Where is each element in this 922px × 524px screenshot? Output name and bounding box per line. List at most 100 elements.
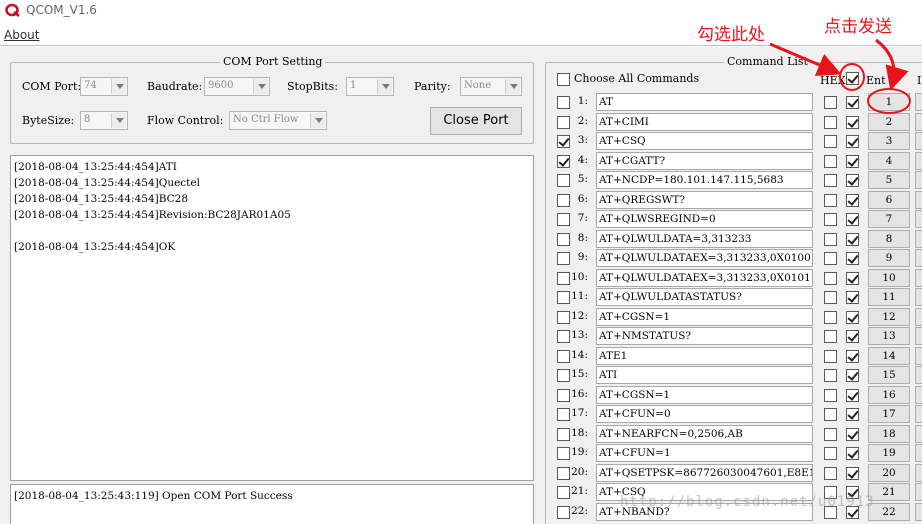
enter-checkbox[interactable]	[846, 408, 859, 421]
row-extra-button[interactable]	[915, 210, 922, 228]
enter-checkbox[interactable]	[846, 330, 859, 343]
hex-checkbox[interactable]	[824, 350, 837, 363]
choose-all-checkbox[interactable]	[557, 73, 570, 86]
row-extra-button[interactable]	[915, 347, 922, 365]
hex-checkbox[interactable]	[824, 447, 837, 460]
command-input[interactable]: AT+CIMI	[596, 113, 813, 131]
row-extra-button[interactable]	[915, 366, 922, 384]
row-extra-button[interactable]	[915, 405, 922, 423]
hex-checkbox[interactable]	[824, 213, 837, 226]
enter-checkbox[interactable]	[846, 194, 859, 207]
enter-checkbox[interactable]	[846, 467, 859, 480]
send-command-button[interactable]: 16	[868, 386, 910, 404]
com-port-select[interactable]: 74	[80, 77, 128, 96]
menu-item-about[interactable]: About	[4, 28, 39, 42]
send-command-button[interactable]: 5	[868, 171, 910, 189]
send-command-button[interactable]: 9	[868, 249, 910, 267]
send-command-button[interactable]: 19	[868, 444, 910, 462]
hex-checkbox[interactable]	[824, 369, 837, 382]
enter-checkbox[interactable]	[846, 272, 859, 285]
command-input[interactable]: AT+CGSN=1	[596, 386, 813, 404]
enter-checkbox[interactable]	[846, 389, 859, 402]
send-command-button[interactable]: 11	[868, 288, 910, 306]
row-extra-button[interactable]	[915, 503, 922, 521]
hex-checkbox[interactable]	[824, 116, 837, 129]
command-input[interactable]: AT+CSQ	[596, 132, 813, 150]
command-input[interactable]: AT+CGATT?	[596, 152, 813, 170]
enter-checkbox[interactable]	[846, 447, 859, 460]
row-extra-button[interactable]	[915, 132, 922, 150]
command-input[interactable]: AT+QLWULDATA=3,313233	[596, 230, 813, 248]
command-input[interactable]: AT+CGSN=1	[596, 308, 813, 326]
send-command-button[interactable]: 8	[868, 230, 910, 248]
enter-checkbox[interactable]	[846, 311, 859, 324]
enter-checkbox[interactable]	[846, 96, 859, 109]
row-extra-button[interactable]	[915, 249, 922, 267]
row-extra-button[interactable]	[915, 386, 922, 404]
command-input[interactable]: AT+QLWULDATASTATUS?	[596, 288, 813, 306]
enter-checkbox[interactable]	[846, 174, 859, 187]
command-input[interactable]: AT+NMSTATUS?	[596, 327, 813, 345]
send-command-button[interactable]: 1	[868, 93, 910, 111]
row-extra-button[interactable]	[915, 327, 922, 345]
send-command-button[interactable]: 2	[868, 113, 910, 131]
enter-checkbox[interactable]	[846, 116, 859, 129]
hex-checkbox[interactable]	[824, 311, 837, 324]
command-input[interactable]: AT+CFUN=1	[596, 444, 813, 462]
hex-checkbox[interactable]	[824, 252, 837, 265]
send-command-button[interactable]: 10	[868, 269, 910, 287]
row-extra-button[interactable]	[915, 152, 922, 170]
hex-checkbox[interactable]	[824, 272, 837, 285]
hex-checkbox[interactable]	[824, 96, 837, 109]
enter-checkbox[interactable]	[846, 252, 859, 265]
parity-select[interactable]: None	[460, 77, 522, 96]
row-extra-button[interactable]	[915, 230, 922, 248]
command-input[interactable]: ATI	[596, 366, 813, 384]
enter-checkbox[interactable]	[846, 155, 859, 168]
flow-control-select[interactable]: No Ctrl Flow	[229, 111, 327, 130]
enter-checkbox[interactable]	[846, 135, 859, 148]
send-command-button[interactable]: 20	[868, 464, 910, 482]
command-input[interactable]: AT+QLWSREGIND=0	[596, 210, 813, 228]
enter-checkbox[interactable]	[846, 233, 859, 246]
hex-checkbox[interactable]	[824, 174, 837, 187]
send-command-button[interactable]: 14	[868, 347, 910, 365]
command-input[interactable]: AT+NCDP=180.101.147.115,5683	[596, 171, 813, 189]
command-input[interactable]: AT+QREGSWT?	[596, 191, 813, 209]
receive-log[interactable]: [2018-08-04_13:25:44:454]ATI [2018-08-04…	[10, 155, 534, 481]
hex-checkbox[interactable]	[824, 233, 837, 246]
row-extra-button[interactable]	[915, 483, 922, 501]
hex-checkbox[interactable]	[824, 389, 837, 402]
row-extra-button[interactable]	[915, 464, 922, 482]
hex-checkbox[interactable]	[824, 155, 837, 168]
row-extra-button[interactable]	[915, 425, 922, 443]
row-extra-button[interactable]	[915, 308, 922, 326]
hex-checkbox[interactable]	[824, 408, 837, 421]
baudrate-select[interactable]: 9600	[204, 77, 270, 96]
send-command-button[interactable]: 3	[868, 132, 910, 150]
send-command-button[interactable]: 18	[868, 425, 910, 443]
send-command-button[interactable]: 6	[868, 191, 910, 209]
enter-checkbox[interactable]	[846, 428, 859, 441]
command-input[interactable]: AT+QSETPSK=867726030047601,E8E19CC1	[596, 464, 813, 482]
send-command-button[interactable]: 13	[868, 327, 910, 345]
row-extra-button[interactable]	[915, 191, 922, 209]
hex-checkbox[interactable]	[824, 330, 837, 343]
row-extra-button[interactable]	[915, 269, 922, 287]
close-port-button[interactable]: Close Port	[430, 107, 522, 135]
stopbits-select[interactable]: 1	[346, 77, 394, 96]
send-command-button[interactable]: 12	[868, 308, 910, 326]
command-input[interactable]: AT+QLWULDATAEX=3,313233,0X0101	[596, 269, 813, 287]
enter-checkbox[interactable]	[846, 291, 859, 304]
hex-checkbox[interactable]	[824, 428, 837, 441]
row-extra-button[interactable]	[915, 444, 922, 462]
enter-all-checkbox[interactable]	[846, 72, 859, 85]
hex-checkbox[interactable]	[824, 194, 837, 207]
bytesize-select[interactable]: 8	[80, 111, 128, 130]
enter-checkbox[interactable]	[846, 369, 859, 382]
enter-checkbox[interactable]	[846, 213, 859, 226]
row-extra-button[interactable]	[915, 171, 922, 189]
hex-checkbox[interactable]	[824, 135, 837, 148]
send-command-button[interactable]: 4	[868, 152, 910, 170]
row-extra-button[interactable]	[915, 288, 922, 306]
